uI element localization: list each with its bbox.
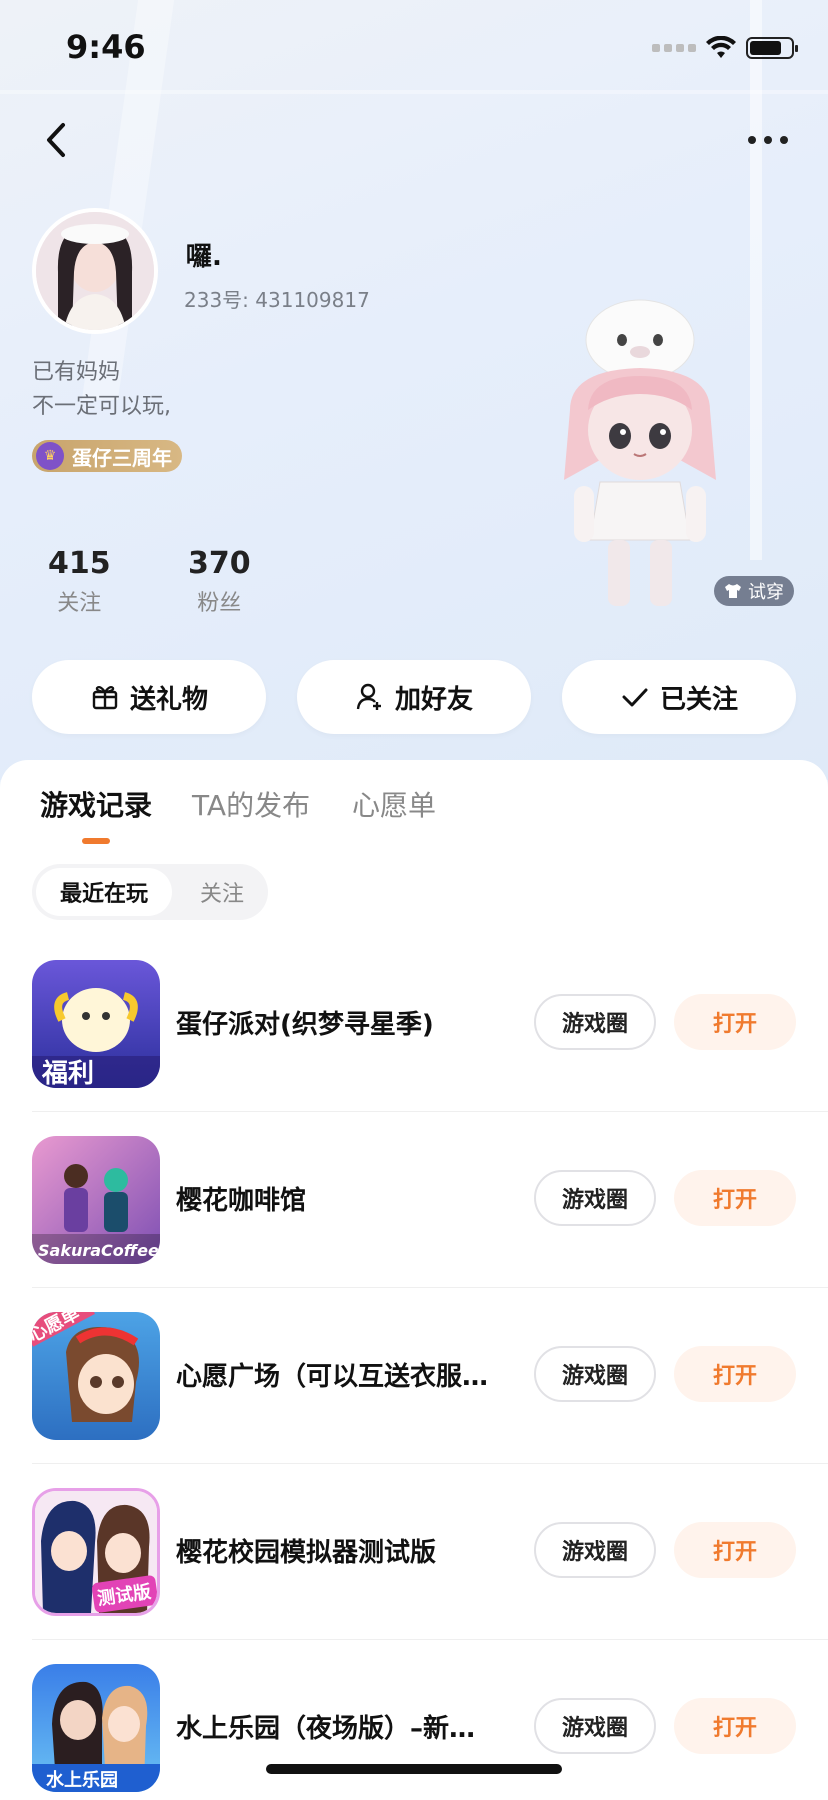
bio: 已有妈妈 不一定可以玩, [32, 356, 171, 424]
chevron-left-icon [47, 123, 65, 157]
light-beam [0, 90, 828, 94]
home-indicator[interactable] [266, 1764, 562, 1774]
open-game-button[interactable]: 打开 [674, 1522, 796, 1578]
tab-posts[interactable]: TA的发布 [192, 784, 310, 824]
send-gift-button[interactable]: 送礼物 [32, 660, 266, 734]
game-title: 蛋仔派对(织梦寻星季) [176, 1010, 434, 1040]
open-game-button[interactable]: 打开 [674, 1170, 796, 1226]
status-icons [652, 36, 798, 60]
avatar-photo [36, 212, 154, 330]
wifi-icon [706, 36, 736, 60]
followed-button[interactable]: 已关注 [562, 660, 796, 734]
svg-text:水上乐园: 水上乐园 [46, 1769, 118, 1791]
open-game-button[interactable]: 打开 [674, 1346, 796, 1402]
try-on-label: 试穿 [748, 582, 784, 603]
following-stat[interactable]: 415 关注 [48, 546, 111, 617]
sakura-school-icon[interactable]: 测试版 [32, 1488, 160, 1616]
more-options-button[interactable] [748, 122, 788, 158]
game-row[interactable]: 福利 蛋仔派对(织梦寻星季) 游戏圈 打开 [0, 936, 828, 1112]
more-dots-icon [748, 136, 756, 144]
game-title: 樱花校园模拟器测试版 [176, 1538, 437, 1568]
water-park-icon[interactable]: 水上乐园 [32, 1664, 160, 1792]
crown-icon: ♛ [36, 442, 64, 470]
game-circle-button[interactable]: 游戏圈 [534, 1698, 656, 1754]
add-friend-label: 加好友 [394, 684, 473, 715]
status-time: 9:46 [66, 28, 146, 66]
tab-indicator [82, 838, 110, 844]
battery-icon [746, 37, 798, 59]
anniversary-badge[interactable]: ♛ 蛋仔三周年 [32, 440, 182, 472]
followed-label: 已关注 [659, 684, 738, 715]
signal-icon [652, 44, 696, 52]
bio-line: 已有妈妈 [32, 360, 121, 385]
followers-count: 370 [188, 546, 251, 581]
followers-label: 粉丝 [197, 591, 242, 616]
game-circle-button[interactable]: 游戏圈 [534, 1170, 656, 1226]
tab-game-records[interactable]: 游戏记录 [40, 784, 152, 824]
try-on-button[interactable]: 试穿 [714, 576, 794, 606]
gift-icon [92, 686, 118, 710]
user-id: 233号: 431109817 [184, 288, 370, 312]
open-game-button[interactable]: 打开 [674, 994, 796, 1050]
username: 囉. [186, 242, 222, 272]
svg-text:福利: 福利 [41, 1059, 94, 1088]
game-filter-segment: 最近在玩 关注 [32, 864, 268, 920]
light-beam [750, 0, 762, 560]
tab-wishlist[interactable]: 心愿单 [352, 784, 436, 824]
following-count: 415 [48, 546, 111, 581]
game-circle-button[interactable]: 游戏圈 [534, 994, 656, 1050]
following-label: 关注 [57, 591, 102, 616]
wish-plaza-icon[interactable]: 心愿单 [32, 1312, 160, 1440]
game-circle-button[interactable]: 游戏圈 [534, 1346, 656, 1402]
add-friend-button[interactable]: 加好友 [297, 660, 531, 734]
game-row[interactable]: SakuraCoffee 樱花咖啡馆 游戏圈 打开 [0, 1112, 828, 1288]
segment-recent-playing[interactable]: 最近在玩 [36, 868, 172, 916]
game-title: 心愿广场（可以互送衣服… [176, 1362, 489, 1392]
checkmark-icon [622, 688, 648, 707]
sakura-cafe-icon[interactable]: SakuraCoffee [32, 1136, 160, 1264]
segment-following[interactable]: 关注 [182, 868, 262, 916]
avatar-character[interactable] [530, 290, 750, 620]
badge-label: 蛋仔三周年 [72, 445, 172, 470]
eggy-party-icon[interactable]: 福利 [32, 960, 160, 1088]
svg-text:SakuraCoffee: SakuraCoffee [38, 1241, 159, 1260]
game-row[interactable]: 心愿单 心愿广场（可以互送衣服… 游戏圈 打开 [0, 1288, 828, 1464]
game-row[interactable]: 测试版 樱花校园模拟器测试版 游戏圈 打开 [0, 1464, 828, 1640]
open-game-button[interactable]: 打开 [674, 1698, 796, 1754]
back-button[interactable] [36, 112, 76, 168]
game-circle-button[interactable]: 游戏圈 [534, 1522, 656, 1578]
shirt-icon [725, 584, 741, 598]
avatar[interactable] [32, 208, 158, 334]
followers-stat[interactable]: 370 粉丝 [188, 546, 251, 617]
add-user-icon [356, 683, 381, 710]
game-title: 水上乐园（夜场版）–新… [176, 1714, 476, 1744]
game-title: 樱花咖啡馆 [176, 1186, 307, 1216]
bio-line: 不一定可以玩, [32, 394, 171, 419]
send-gift-label: 送礼物 [129, 684, 208, 715]
